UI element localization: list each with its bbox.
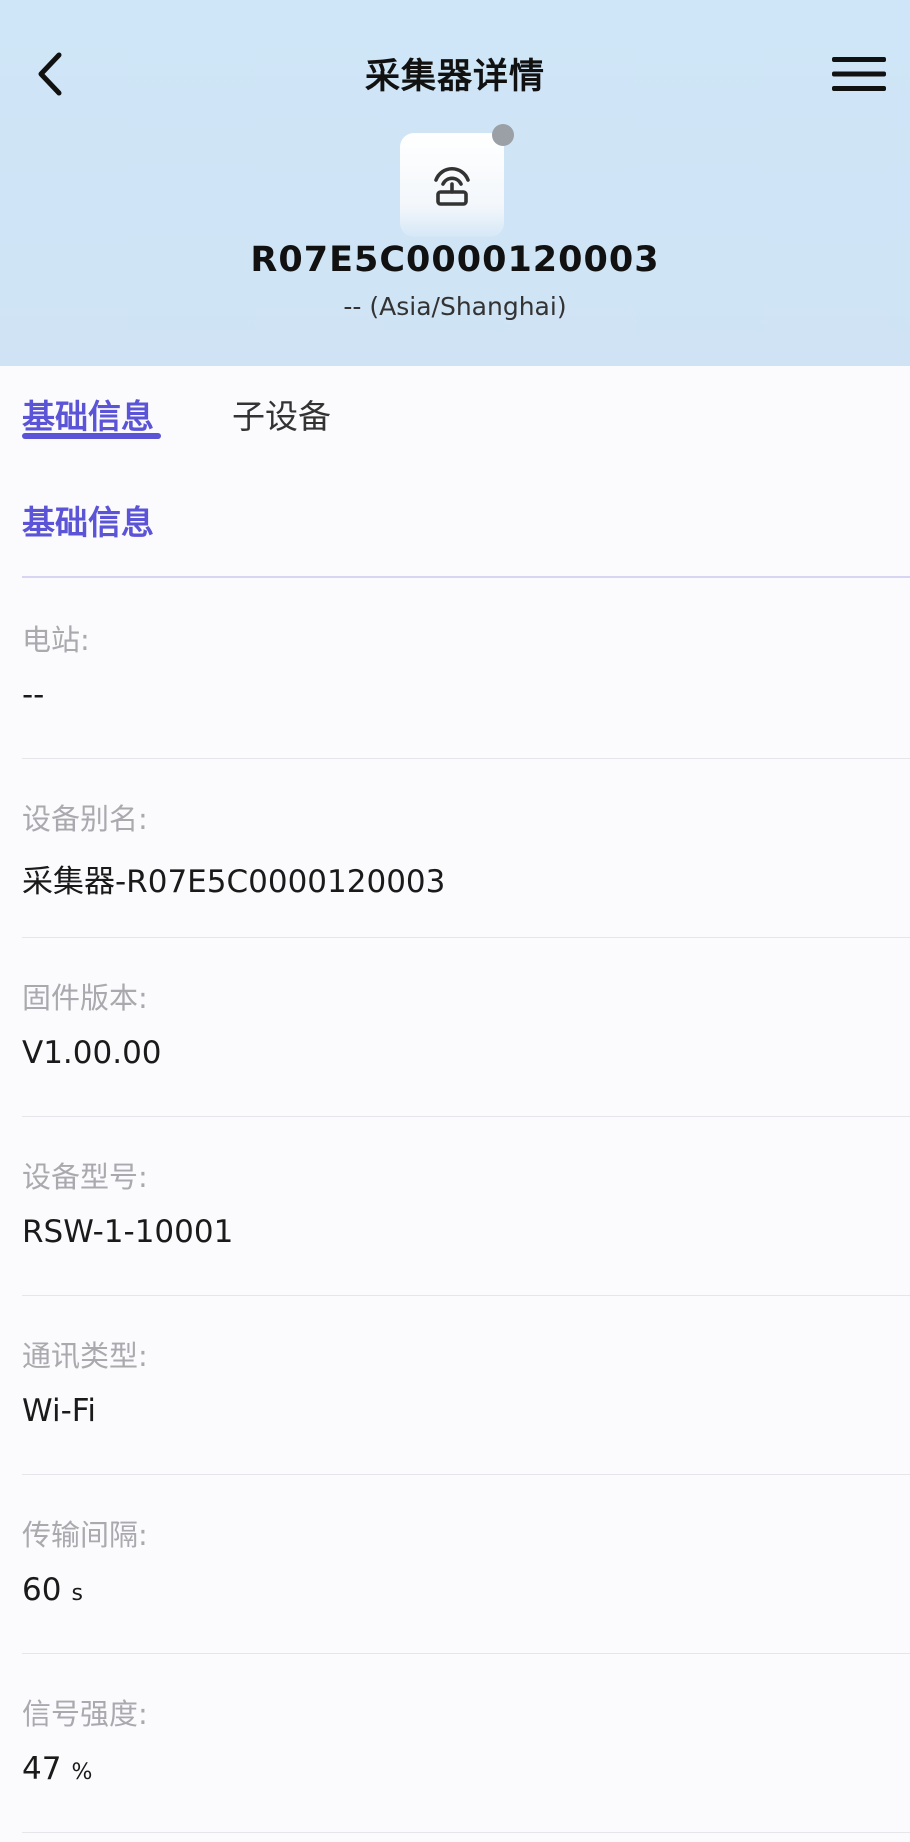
field-unit: s (71, 1581, 83, 1606)
field-transmit-interval: 传输间隔: 60 s (22, 1474, 910, 1654)
section-title: 基础信息 (22, 503, 154, 542)
field-value: 60 s (22, 1572, 83, 1608)
field-unit: % (71, 1760, 93, 1785)
device-icon-card (400, 133, 504, 237)
field-value: 47% (22, 1751, 93, 1787)
menu-button[interactable] (824, 46, 894, 102)
field-device-alias: 设备别名: 采集器-R07E5C0000120003 (22, 758, 910, 938)
router-icon (434, 167, 470, 206)
tab-sub-devices[interactable]: 子设备 (232, 390, 331, 438)
field-label: 固件版本: (22, 981, 148, 1015)
header: 采集器详情 R07E5C0000120003 -- (Asia/Shanghai… (0, 0, 910, 366)
field-label: 电站: (22, 623, 90, 657)
field-label: 设备别名: (22, 802, 148, 836)
active-tab-indicator (22, 433, 161, 439)
field-label: 通讯类型: (22, 1339, 148, 1373)
section-divider (22, 576, 910, 578)
device-serial-number: R07E5C0000120003 (250, 240, 660, 280)
field-station: 电站: -- (22, 579, 910, 759)
status-dot (492, 124, 514, 146)
field-firmware-version: 固件版本: V1.00.00 (22, 937, 910, 1117)
device-timezone: -- (Asia/Shanghai) (343, 292, 567, 321)
field-device-model: 设备型号: RSW-1-10001 (22, 1116, 910, 1296)
field-label: 信号强度: (22, 1697, 148, 1731)
hamburger-menu-icon (832, 57, 886, 91)
field-value: -- (22, 677, 45, 713)
page-title: 采集器详情 (364, 57, 545, 97)
field-value: RSW-1-10001 (22, 1214, 234, 1250)
field-comm-type: 通讯类型: Wi-Fi (22, 1295, 910, 1475)
field-signal-strength: 信号强度: 47% (22, 1653, 910, 1833)
field-label: 设备型号: (22, 1160, 148, 1194)
field-label: 传输间隔: (22, 1518, 148, 1552)
field-value: Wi-Fi (22, 1393, 96, 1429)
field-value: V1.00.00 (22, 1035, 162, 1071)
tab-basic-info[interactable]: 基础信息 (22, 390, 154, 438)
tab-bar: 基础信息 子设备 (0, 366, 910, 456)
field-value: 采集器-R07E5C0000120003 (22, 864, 446, 900)
